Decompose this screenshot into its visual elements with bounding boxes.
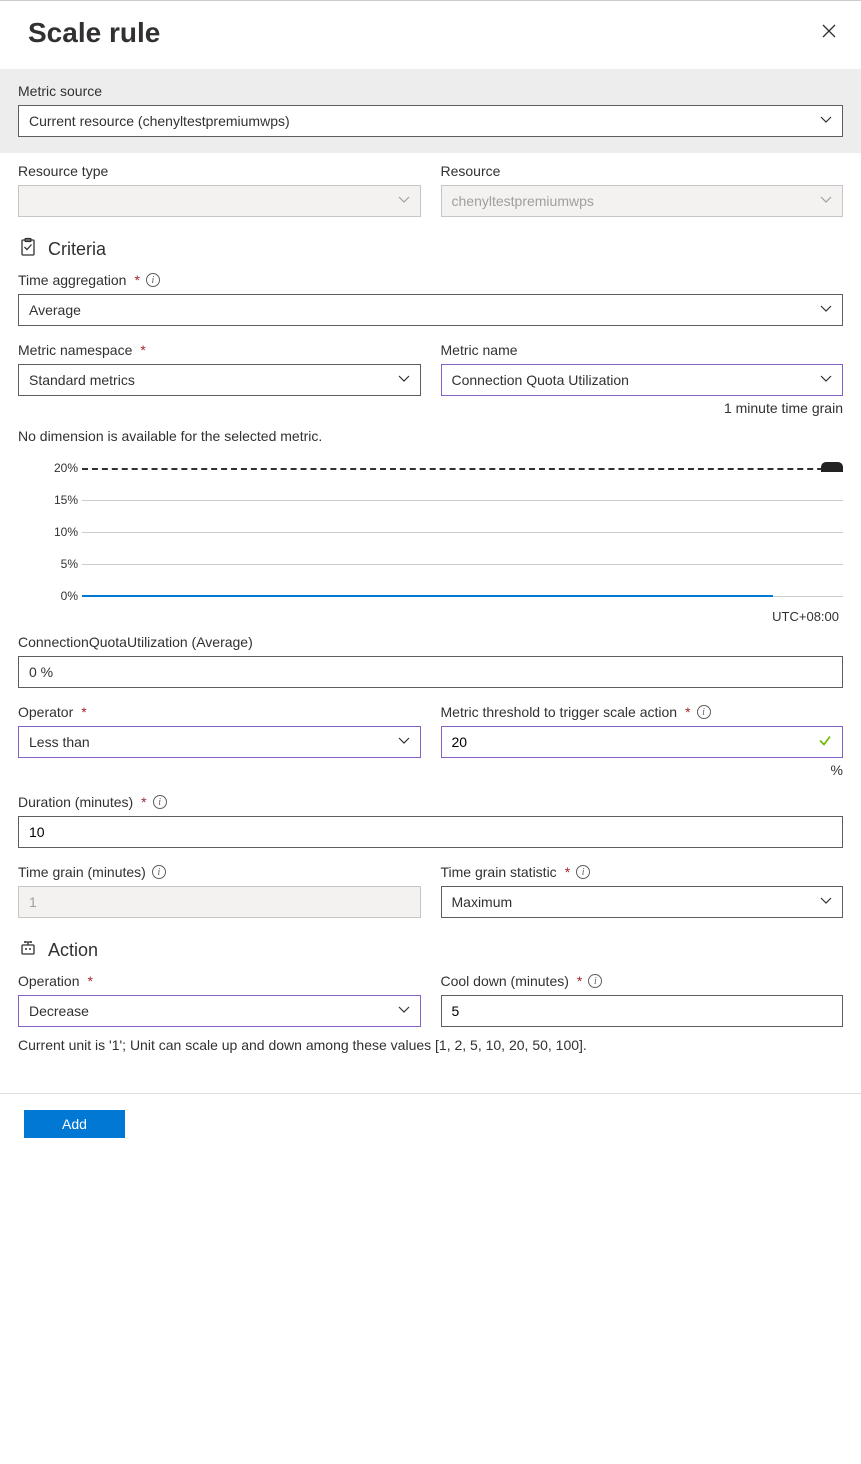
resource-label: Resource [441,163,844,179]
operator-value: Less than [29,734,90,750]
threshold-label: Metric threshold to trigger scale action… [441,704,844,720]
chart-data-line [82,595,773,597]
metric-namespace-value: Standard metrics [29,372,135,388]
time-grain-statistic-select[interactable]: Maximum [441,886,844,918]
time-grain-input: 1 [18,886,421,918]
resource-select: chenyltestpremiumwps [441,185,844,217]
time-grain-statistic-value: Maximum [452,894,513,910]
chevron-down-icon [820,372,832,388]
metric-namespace-select[interactable]: Standard metrics [18,364,421,396]
metric-name-value: Connection Quota Utilization [452,372,629,388]
resource-value: chenyltestpremiumwps [452,193,594,209]
operator-label: Operator* [18,704,421,720]
cooldown-label: Cool down (minutes)* i [441,973,844,989]
metric-chart: 20% 15% 10% 5% 0% UTC+08:00 [0,460,861,624]
metric-name-label: Metric name [441,342,844,358]
ytick-label: 20% [40,461,78,475]
threshold-line [82,468,843,470]
chevron-down-icon [398,1003,410,1019]
time-aggregation-select[interactable]: Average [18,294,843,326]
duration-input[interactable] [18,816,843,848]
check-icon [818,734,832,751]
robot-icon [18,938,38,963]
action-heading: Action [18,938,843,963]
chevron-down-icon [398,372,410,388]
resource-type-label: Resource type [18,163,421,179]
cooldown-field[interactable] [452,1003,813,1019]
operation-select[interactable]: Decrease [18,995,421,1027]
chevron-down-icon [398,734,410,750]
info-icon[interactable]: i [576,865,590,879]
time-aggregation-value: Average [29,302,81,318]
ytick-label: 0% [40,589,78,603]
metric-legend-label: ConnectionQuotaUtilization (Average) [18,634,843,650]
operation-value: Decrease [29,1003,89,1019]
close-icon[interactable] [817,19,841,48]
info-icon[interactable]: i [588,974,602,988]
metric-namespace-label: Metric namespace* [18,342,421,358]
operator-select[interactable]: Less than [18,726,421,758]
metric-name-select[interactable]: Connection Quota Utilization [441,364,844,396]
metric-source-label: Metric source [18,83,843,99]
chevron-down-icon [398,193,410,209]
ytick-label: 5% [40,557,78,571]
info-icon[interactable]: i [152,865,166,879]
add-button[interactable]: Add [24,1110,125,1138]
chevron-down-icon [820,113,832,129]
metric-source-value: Current resource (chenyltestpremiumwps) [29,113,290,129]
unit-hint-text: Current unit is '1'; Unit can scale up a… [18,1037,843,1053]
duration-field[interactable] [29,824,812,840]
threshold-field[interactable] [452,734,813,750]
page-title: Scale rule [28,17,160,49]
time-grain-note: 1 minute time grain [441,400,844,416]
ytick-label: 15% [40,493,78,507]
cooldown-input[interactable] [441,995,844,1027]
resource-type-select [18,185,421,217]
threshold-input[interactable] [441,726,844,758]
clipboard-icon [18,237,38,262]
ytick-label: 10% [40,525,78,539]
threshold-unit: % [441,762,844,778]
metric-value-display: 0 % [18,656,843,688]
chart-data-marker [821,462,843,472]
no-dimension-text: No dimension is available for the select… [18,428,843,444]
time-grain-label: Time grain (minutes) i [18,864,421,880]
criteria-heading: Criteria [18,237,843,262]
duration-label: Duration (minutes)* i [18,794,843,810]
chart-timezone: UTC+08:00 [40,609,843,624]
info-icon[interactable]: i [153,795,167,809]
info-icon[interactable]: i [146,273,160,287]
time-aggregation-label: Time aggregation* i [18,272,843,288]
chevron-down-icon [820,193,832,209]
time-grain-statistic-label: Time grain statistic* i [441,864,844,880]
operation-label: Operation* [18,973,421,989]
metric-source-select[interactable]: Current resource (chenyltestpremiumwps) [18,105,843,137]
info-icon[interactable]: i [697,705,711,719]
chevron-down-icon [820,894,832,910]
chevron-down-icon [820,302,832,318]
